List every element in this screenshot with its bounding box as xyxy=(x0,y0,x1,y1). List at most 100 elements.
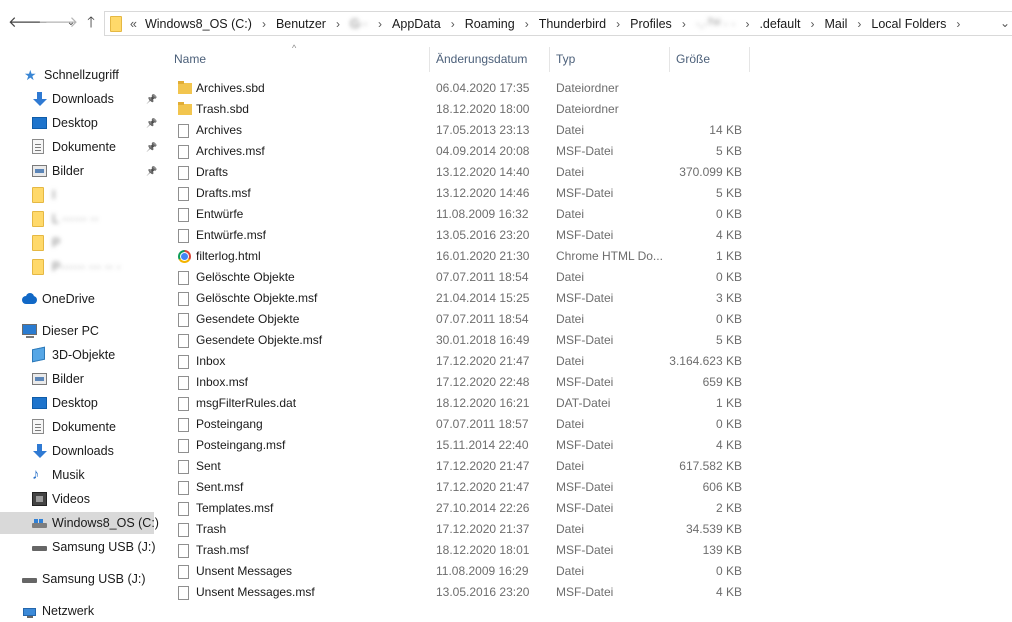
file-type: Datei xyxy=(556,312,585,326)
breadcrumb-item[interactable]: Profiles xyxy=(630,17,672,31)
sidebar-item[interactable]: ♪ Musik xyxy=(32,464,154,486)
breadcrumb-item[interactable]: Benutzer xyxy=(276,17,326,31)
sidebar-item-samsung-usb[interactable]: Samsung USB (J:) xyxy=(22,568,152,590)
file-row[interactable]: Unsent Messages.msf 13.05.2016 23:20 MSF-D… xyxy=(168,582,768,603)
sidebar-item[interactable]: Samsung USB (J:) xyxy=(32,536,156,558)
file-row[interactable]: filterlog.html 16.01.2020 21:30 Chrome HTM… xyxy=(168,246,768,267)
sidebar-item[interactable]: 3D-Objekte xyxy=(32,344,154,366)
sidebar-item-recent-folder[interactable]: P xyxy=(32,232,154,254)
sidebar-item[interactable]: Dokumente xyxy=(32,416,154,438)
folder-icon xyxy=(178,102,192,115)
file-row[interactable]: Inbox.msf 17.12.2020 22:48 MSF-Datei 659 KB xyxy=(168,372,768,393)
sidebar-item[interactable]: Downloads 📌 xyxy=(32,88,157,110)
file-date: 07.07.2011 18:54 xyxy=(436,312,529,326)
breadcrumb-item[interactable]: Roaming xyxy=(465,17,515,31)
sidebar-item[interactable]: Desktop 📌 xyxy=(32,112,157,134)
sidebar-item[interactable]: Bilder 📌 xyxy=(32,160,157,182)
sidebar-item[interactable]: Desktop xyxy=(32,392,154,414)
pin-icon[interactable]: 📌 xyxy=(146,112,157,134)
file-type: Datei xyxy=(556,459,585,473)
breadcrumb-separator-icon[interactable]: › xyxy=(745,17,749,31)
pin-icon[interactable]: 📌 xyxy=(146,160,157,182)
recent-locations-button[interactable]: ⌄ xyxy=(62,14,80,32)
address-dropdown-icon[interactable]: ⌄ xyxy=(1000,16,1010,30)
pin-icon[interactable]: 📌 xyxy=(146,136,157,158)
sidebar-item[interactable]: Windows8_OS (C:) xyxy=(0,512,159,534)
file-name: Trash xyxy=(196,522,227,536)
file-row[interactable]: Trash.msf 18.12.2020 18:01 MSF-Datei 139 KB xyxy=(168,540,768,561)
breadcrumb-separator-icon[interactable]: › xyxy=(378,17,382,31)
breadcrumb-separator-icon[interactable]: › xyxy=(336,17,340,31)
file-row[interactable]: Gelöschte Objekte 07.07.2011 18:54 Datei 0 … xyxy=(168,267,768,288)
file-type: Datei xyxy=(556,354,585,368)
file-row[interactable]: Gesendete Objekte 07.07.2011 18:54 Datei 0 … xyxy=(168,309,768,330)
file-row[interactable]: Unsent Messages 11.08.2009 16:29 Datei 0 KB xyxy=(168,561,768,582)
breadcrumb-separator-icon[interactable]: › xyxy=(262,17,266,31)
file-date: 07.07.2011 18:57 xyxy=(436,417,529,431)
file-row[interactable]: Inbox 17.12.2020 21:47 Datei 3.164.623 KB xyxy=(168,351,768,372)
file-row[interactable]: Gesendete Objekte.msf 30.01.2018 16:49 MSF… xyxy=(168,330,768,351)
pin-icon[interactable]: 📌 xyxy=(146,88,157,110)
breadcrumb-separator-icon[interactable]: › xyxy=(525,17,529,31)
breadcrumb-separator-icon[interactable]: › xyxy=(682,17,686,31)
file-icon xyxy=(178,187,189,201)
file-row[interactable]: Sent.msf 17.12.2020 21:47 MSF-Datei 606 KB xyxy=(168,477,768,498)
breadcrumb-item[interactable]: ·.·ᵀ⁵ˡ · · xyxy=(696,17,736,31)
file-row[interactable]: Templates.msf 27.10.2014 22:26 MSF-Datei 2 … xyxy=(168,498,768,519)
breadcrumb-separator-icon[interactable]: › xyxy=(956,17,960,31)
file-row[interactable]: Entwürfe 11.08.2009 16:32 Datei 0 KB xyxy=(168,204,768,225)
breadcrumb-separator-icon[interactable]: › xyxy=(810,17,814,31)
breadcrumb-separator-icon[interactable]: › xyxy=(857,17,861,31)
file-row[interactable]: Posteingang 07.07.2011 18:57 Datei 0 KB xyxy=(168,414,768,435)
file-row[interactable]: Gelöschte Objekte.msf 21.04.2014 15:25 MSF… xyxy=(168,288,768,309)
sidebar-item-network[interactable]: Netzwerk xyxy=(22,600,152,622)
breadcrumb-item[interactable]: Mail xyxy=(824,17,847,31)
file-name: Templates.msf xyxy=(196,501,274,515)
file-name: Sent.msf xyxy=(196,480,244,494)
up-button[interactable]: 🡑 xyxy=(82,14,100,32)
breadcrumb-item[interactable]: .default xyxy=(759,17,800,31)
sidebar-item-onedrive[interactable]: OneDrive xyxy=(22,288,152,310)
file-row[interactable]: Archives 17.05.2013 23:13 Datei 14 KB xyxy=(168,120,768,141)
breadcrumb-item[interactable]: Windows8_OS (C:) xyxy=(145,17,252,31)
sidebar-item-label: Schnellzugriff xyxy=(44,68,119,82)
folder-icon xyxy=(110,15,124,32)
sidebar-item[interactable]: Videos xyxy=(32,488,154,510)
sidebar-item-quick-access[interactable]: ★ Schnellzugriff xyxy=(24,64,154,86)
sidebar-item[interactable]: Bilder xyxy=(32,368,154,390)
file-row[interactable]: Drafts 13.12.2020 14:40 Datei 370.099 KB xyxy=(168,162,768,183)
sidebar-item-recent-folder[interactable]: I xyxy=(32,184,154,206)
file-row[interactable]: Drafts.msf 13.12.2020 14:46 MSF-Datei 5 KB xyxy=(168,183,768,204)
file-row[interactable]: Trash 17.12.2020 21:37 Datei 34.539 KB xyxy=(168,519,768,540)
breadcrumb-overflow[interactable]: « xyxy=(130,17,137,31)
file-row[interactable]: Archives.sbd 06.04.2020 17:35 Dateiordner xyxy=(168,78,768,99)
column-header-size[interactable]: Größe xyxy=(670,47,750,72)
sidebar-item[interactable]: Downloads xyxy=(32,440,154,462)
3d-objects-icon xyxy=(32,346,45,363)
address-bar[interactable]: « Windows8_OS (C:) › Benutzer › G·· › AppData ›… xyxy=(104,11,1012,36)
column-header-date[interactable]: Änderungsdatum xyxy=(430,47,550,72)
breadcrumb-item[interactable]: G·· xyxy=(350,17,368,31)
file-row[interactable]: Entwürfe.msf 13.05.2016 23:20 MSF-Datei 4 K… xyxy=(168,225,768,246)
breadcrumb-item[interactable]: Thunderbird xyxy=(539,17,606,31)
sidebar-item[interactable]: Dokumente 📌 xyxy=(32,136,157,158)
file-row[interactable]: Archives.msf 04.09.2014 20:08 MSF-Datei 5 K… xyxy=(168,141,768,162)
sidebar-item-this-pc[interactable]: Dieser PC xyxy=(22,320,152,342)
breadcrumb-item[interactable]: AppData xyxy=(392,17,441,31)
back-button[interactable]: 🡐 xyxy=(8,14,48,32)
sidebar-item-recent-folder[interactable]: P······ ··· ·· · xyxy=(32,256,154,278)
breadcrumb-separator-icon[interactable]: › xyxy=(616,17,620,31)
file-row[interactable]: Trash.sbd 18.12.2020 18:00 Dateiordner xyxy=(168,99,768,120)
sidebar-item-recent-folder[interactable]: L ······ ·· xyxy=(32,208,154,230)
file-row[interactable]: Sent 17.12.2020 21:47 Datei 617.582 KB xyxy=(168,456,768,477)
column-header-type[interactable]: Typ xyxy=(550,47,670,72)
breadcrumb-item[interactable]: Local Folders xyxy=(871,17,946,31)
sidebar-item-label: I xyxy=(52,188,56,202)
forward-button[interactable]: 🡒 xyxy=(38,14,78,32)
file-row[interactable]: Posteingang.msf 15.11.2014 22:40 MSF-Datei… xyxy=(168,435,768,456)
file-row[interactable]: msgFilterRules.dat 18.12.2020 16:21 DAT-Da… xyxy=(168,393,768,414)
column-header-name[interactable]: Name xyxy=(168,47,430,72)
file-type: Datei xyxy=(556,522,585,536)
navigation-bar: 🡐 🡒 ⌄ 🡑 « Windows8_OS (C:) › Benutzer › G·· ›… xyxy=(0,6,1012,42)
breadcrumb-separator-icon[interactable]: › xyxy=(451,17,455,31)
